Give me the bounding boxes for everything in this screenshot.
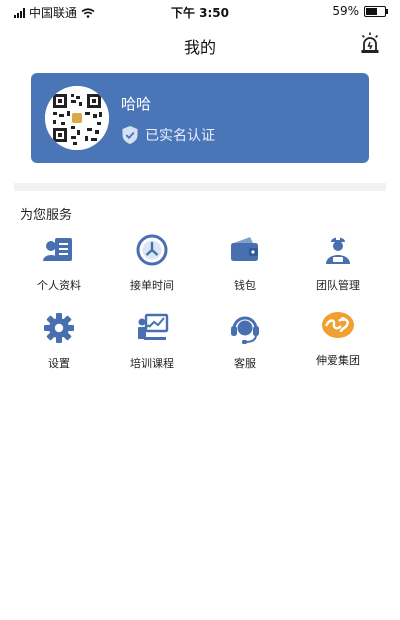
nav-bar: 我的 [0,26,400,60]
service-label: 接单时间 [130,279,174,292]
service-customer-service[interactable]: 客服 [200,311,290,371]
group-logo-icon [322,312,354,338]
wallet-icon [231,237,258,261]
service-label: 伸爱集团 [316,354,360,367]
status-right: 59% [332,4,388,18]
qr-code-icon[interactable] [45,86,109,150]
service-team-management[interactable]: 团队管理 [293,233,383,293]
status-bar: 中国联通 下午 3:50 59% [0,0,400,22]
service-label: 团队管理 [316,279,360,292]
clock-icon [136,234,168,266]
profile-card[interactable]: 哈哈 已实名认证 [31,73,369,163]
service-training[interactable]: 培训课程 [107,311,197,371]
service-settings[interactable]: 设置 [14,311,104,371]
battery-percent: 59% [332,4,359,18]
services-title: 为您服务 [20,208,73,223]
service-label: 设置 [48,357,70,370]
shield-check-icon [122,126,138,144]
verified-status: 已实名认证 [121,125,215,145]
section-divider [14,183,386,191]
training-icon [138,313,169,340]
alarm-icon[interactable] [358,31,382,55]
service-wallet[interactable]: 钱包 [200,233,290,293]
service-label: 培训课程 [130,357,174,370]
profile-card-icon [43,238,72,261]
service-label: 客服 [234,357,256,370]
battery-icon [364,5,388,17]
service-personal-info[interactable]: 个人资料 [14,233,104,293]
headset-icon [231,316,259,344]
gear-icon [44,313,74,343]
team-icon [326,237,350,264]
page-title: 我的 [183,38,216,57]
service-label: 个人资料 [37,279,81,292]
user-name: 哈哈 [121,95,152,113]
verified-label: 已实名认证 [145,128,215,144]
service-label: 钱包 [234,279,256,292]
service-group[interactable]: 伸爱集团 [293,308,383,368]
service-order-time[interactable]: 接单时间 [107,233,197,293]
